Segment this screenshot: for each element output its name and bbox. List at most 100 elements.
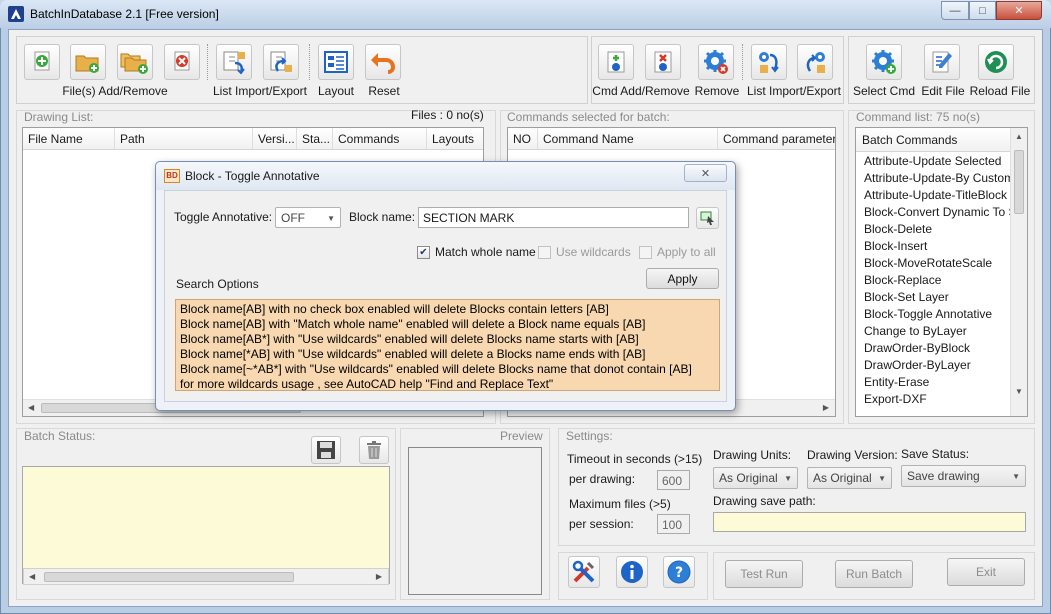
file-list-export-button[interactable] xyxy=(263,44,299,80)
search-help-line: Block name[AB*] with "Use wildcards" ena… xyxy=(180,332,639,346)
svg-text:?: ? xyxy=(675,565,683,581)
batch-status-log[interactable] xyxy=(22,466,390,584)
dialog-close-button[interactable]: ✕ xyxy=(684,164,727,182)
list-export-icon xyxy=(270,51,292,72)
list-item[interactable]: Block-Toggle Annotative xyxy=(856,306,1010,323)
add-command-button[interactable] xyxy=(598,44,634,80)
add-command-icon xyxy=(607,51,625,73)
apply-button[interactable]: Apply xyxy=(646,268,719,289)
list-item[interactable]: Entity-Erase xyxy=(856,374,1010,391)
dialog-title: Block - Toggle Annotative xyxy=(185,169,320,183)
close-window-button[interactable]: ✕ xyxy=(996,1,1042,20)
list-item[interactable]: DrawOrder-ByBlock xyxy=(856,340,1010,357)
per-session-label: per session: xyxy=(569,517,634,531)
drawing-version-label: Drawing Version: xyxy=(807,448,898,462)
search-help-line: Block name[AB] with "Match whole name" e… xyxy=(180,317,646,331)
select-command-button[interactable] xyxy=(866,44,902,80)
pick-block-button[interactable] xyxy=(696,207,719,229)
scroll-left-icon[interactable]: ◀ xyxy=(28,403,34,412)
save-path-input[interactable] xyxy=(713,512,1026,532)
edit-file-button[interactable] xyxy=(924,44,960,80)
list-item[interactable]: Block-Insert xyxy=(856,238,1010,255)
save-status-select[interactable]: Save drawing ▼ xyxy=(901,465,1026,487)
remove-file-button[interactable] xyxy=(164,44,200,80)
toggle-annotative-dialog: BD Block - Toggle Annotative ✕ Toggle An… xyxy=(155,161,736,411)
save-log-button[interactable] xyxy=(311,436,341,464)
commands-selected-header: NO Command Name Command parameters xyxy=(508,128,835,150)
apply-to-all-checkbox[interactable] xyxy=(639,245,652,259)
list-item[interactable]: Export-DXF xyxy=(856,391,1010,408)
drawing-units-select[interactable]: As Original ▼ xyxy=(713,467,798,489)
cmd-list-import-button[interactable] xyxy=(751,44,787,80)
scroll-left-icon[interactable]: ◀ xyxy=(29,572,35,581)
list-item[interactable]: Block-Convert Dynamic To Static xyxy=(856,204,1010,221)
cmd-list-export-button[interactable] xyxy=(797,44,833,80)
column-path[interactable]: Path xyxy=(115,128,253,149)
column-no[interactable]: NO xyxy=(508,128,538,149)
column-layouts[interactable]: Layouts xyxy=(427,128,483,149)
scroll-right-icon[interactable]: ▶ xyxy=(376,572,382,581)
per-drawing-input[interactable]: 600 xyxy=(657,470,690,490)
info-button[interactable] xyxy=(616,556,648,588)
run-batch-button[interactable]: Run Batch xyxy=(835,560,913,588)
column-commands[interactable]: Commands xyxy=(333,128,427,149)
command-list[interactable]: Batch Commands Attribute-Update Selected… xyxy=(855,127,1028,417)
column-file-name[interactable]: File Name xyxy=(23,128,115,149)
file-list-import-button[interactable] xyxy=(216,44,252,80)
list-item[interactable]: Change to ByLayer xyxy=(856,323,1010,340)
use-wildcards-checkbox[interactable] xyxy=(538,245,551,259)
match-whole-name-option[interactable]: ✔ Match whole name xyxy=(417,245,536,259)
list-item[interactable]: Block-Set Layer xyxy=(856,289,1010,306)
scroll-right-icon[interactable]: ▶ xyxy=(823,403,829,412)
apply-to-all-option[interactable]: Apply to all xyxy=(639,245,716,259)
use-wildcards-option[interactable]: Use wildcards xyxy=(538,245,631,259)
add-file-button[interactable] xyxy=(24,44,60,80)
scroll-thumb[interactable] xyxy=(44,572,294,582)
pick-block-icon xyxy=(700,211,714,225)
minimize-button[interactable]: — xyxy=(941,1,969,20)
column-command-name[interactable]: Command Name xyxy=(538,128,718,149)
settings-tools-button[interactable] xyxy=(568,556,600,588)
maximize-button[interactable]: □ xyxy=(969,1,996,20)
list-item[interactable]: Block-Replace xyxy=(856,272,1010,289)
toggle-annotative-select[interactable]: OFF ▼ xyxy=(275,207,341,228)
remove-all-commands-button[interactable] xyxy=(698,44,734,80)
column-status[interactable]: Sta... xyxy=(297,128,333,149)
remove-command-button[interactable] xyxy=(645,44,681,80)
list-item[interactable]: Attribute-Update Selected xyxy=(856,153,1010,170)
block-name-input[interactable]: SECTION MARK xyxy=(418,207,689,228)
add-folder-button[interactable] xyxy=(70,44,106,80)
list-item[interactable]: Block-Delete xyxy=(856,221,1010,238)
remove-label: Remove xyxy=(694,84,740,98)
list-import-icon xyxy=(223,51,245,75)
test-run-button[interactable]: Test Run xyxy=(725,560,803,588)
search-help-line: Block name[*AB] with "Use wildcards" ena… xyxy=(180,347,646,361)
list-item[interactable]: DrawOrder-ByLayer xyxy=(856,357,1010,374)
add-folders-button[interactable] xyxy=(117,44,153,80)
match-whole-name-checkbox[interactable]: ✔ xyxy=(417,245,430,259)
drawing-version-value: As Original xyxy=(813,471,872,485)
layout-button[interactable] xyxy=(318,44,354,80)
reload-file-button[interactable] xyxy=(978,44,1014,80)
list-item[interactable]: Attribute-Update-TitleBlock xyxy=(856,187,1010,204)
command-list-items: Attribute-Update Selected Attribute-Upda… xyxy=(856,153,1010,416)
scroll-thumb[interactable] xyxy=(1014,150,1024,214)
scroll-up-icon[interactable]: ▲ xyxy=(1015,132,1023,141)
command-list-vscrollbar[interactable]: ▲ ▼ xyxy=(1010,128,1027,416)
list-item[interactable]: Block-MoveRotateScale xyxy=(856,255,1010,272)
search-help-line: for more wildcards usage , see AutoCAD h… xyxy=(180,377,554,391)
column-command-parameters[interactable]: Command parameters xyxy=(718,128,835,149)
per-session-input[interactable]: 100 xyxy=(657,514,690,534)
clear-log-button[interactable] xyxy=(359,436,389,464)
scroll-down-icon[interactable]: ▼ xyxy=(1015,387,1023,396)
edit-file-label: Edit File xyxy=(921,84,965,98)
command-list-header[interactable]: Batch Commands xyxy=(856,128,1010,152)
batch-status-hscrollbar[interactable]: ◀ ▶ xyxy=(23,568,389,585)
reset-button[interactable] xyxy=(365,44,401,80)
column-version[interactable]: Versi... xyxy=(253,128,297,149)
help-button[interactable]: ? xyxy=(663,556,695,588)
exit-button[interactable]: Exit xyxy=(947,558,1025,586)
dialog-body: Toggle Annotative: OFF ▼ Block name: SEC… xyxy=(164,190,727,402)
list-item[interactable]: Attribute-Update-By Custom Data xyxy=(856,170,1010,187)
drawing-version-select[interactable]: As Original ▼ xyxy=(807,467,892,489)
